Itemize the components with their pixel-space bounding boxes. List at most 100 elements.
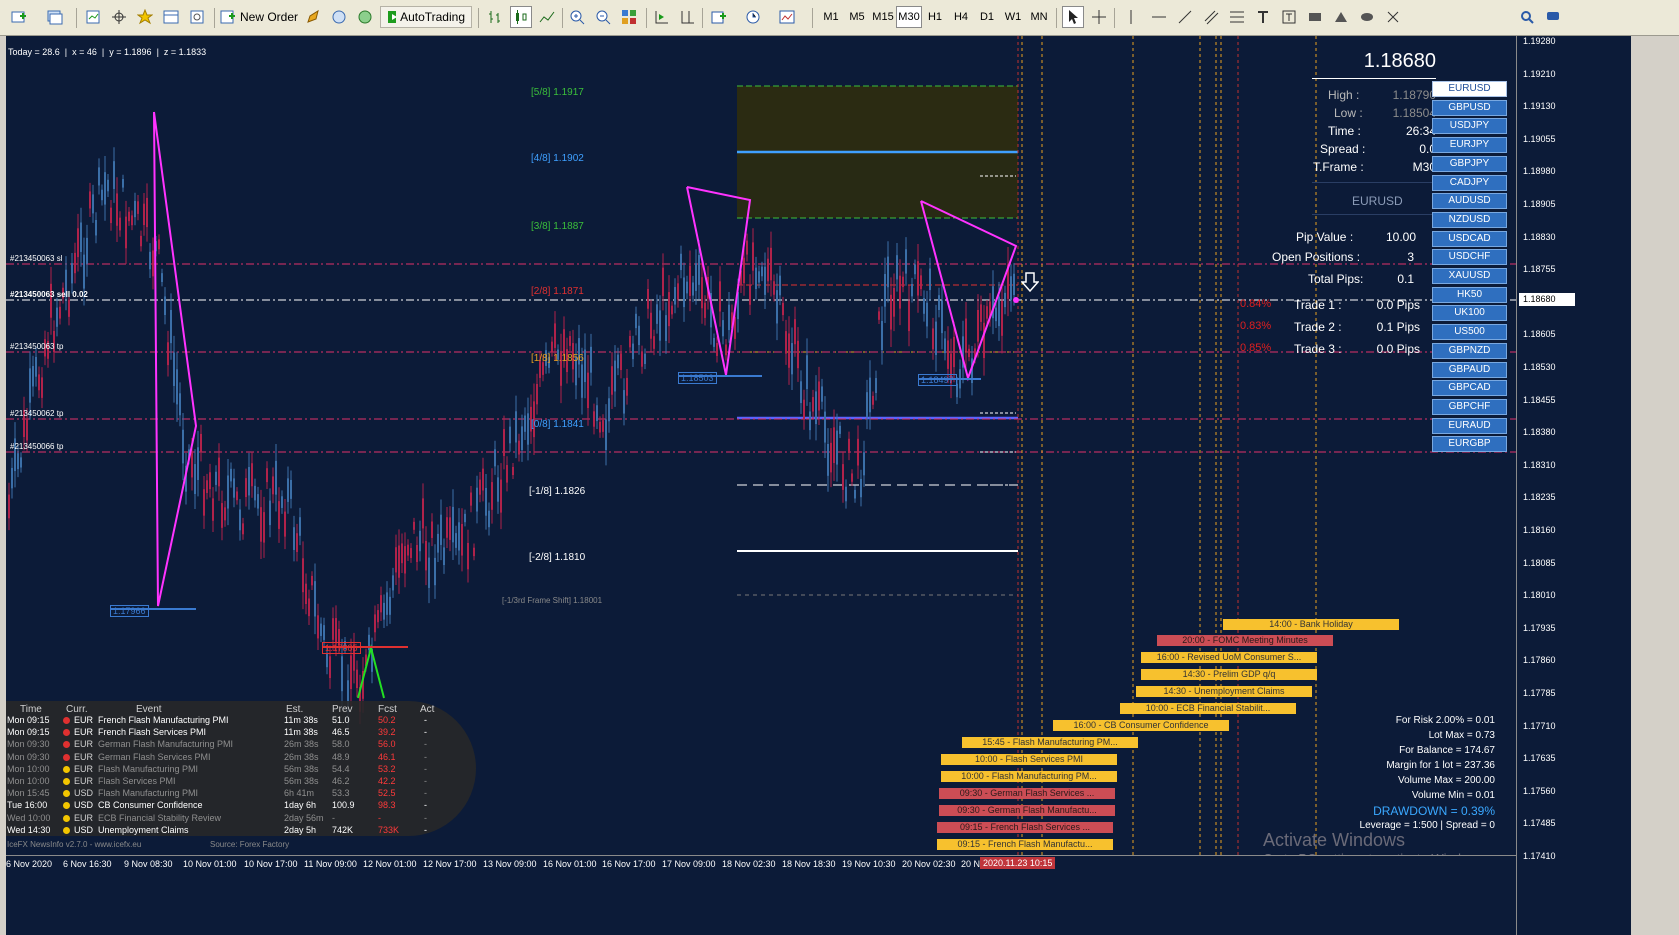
tf-m5-button[interactable]: M5 (844, 6, 870, 28)
rectangle-tool-icon[interactable] (1304, 6, 1326, 28)
event-bar[interactable]: 10:00 - ECB Financial Stabilit... (1120, 703, 1296, 714)
new-chart-icon[interactable] (8, 6, 30, 28)
market-icon[interactable] (354, 6, 376, 28)
murrey-m1-8-label: [-1/8] 1.1826 (529, 486, 586, 497)
candle-body (140, 235, 142, 247)
symbol-button-eurgbp[interactable]: EURGBP (1432, 436, 1507, 453)
bar-chart-icon[interactable] (484, 6, 506, 28)
crosshair-icon[interactable] (108, 6, 130, 28)
symbol-button-usdcad[interactable]: USDCAD (1432, 230, 1507, 247)
tf-m1-button[interactable]: M1 (818, 6, 844, 28)
symbol-button-us500[interactable]: US500 (1432, 324, 1507, 341)
candle-body (638, 325, 640, 346)
symbol-button-gbpnzd[interactable]: GBPNZD (1432, 342, 1507, 359)
autoscroll-icon[interactable] (650, 6, 672, 28)
cursor-icon[interactable] (1062, 6, 1084, 28)
arrows-tool-icon[interactable] (1382, 6, 1404, 28)
tf-w1-button[interactable]: W1 (1000, 6, 1026, 28)
trendline-icon[interactable] (1174, 6, 1196, 28)
event-bar[interactable]: 20:00 - FOMC Meeting Minutes (1157, 635, 1333, 646)
price-tick: 1.17860 (1523, 655, 1556, 666)
terminal-icon[interactable] (160, 6, 182, 28)
symbol-button-eurusd[interactable]: EURUSD (1432, 81, 1507, 97)
chat-icon[interactable] (1542, 6, 1564, 28)
event-bar[interactable]: 09:30 - German Flash Manufactu... (939, 805, 1115, 816)
candle-body (26, 418, 28, 441)
symbol-button-gbpaud[interactable]: GBPAUD (1432, 361, 1507, 378)
zoom-in-icon[interactable] (566, 6, 588, 28)
new-order-button[interactable]: New Order (220, 6, 298, 28)
indicators-icon[interactable] (708, 6, 730, 28)
candlestick-icon[interactable] (510, 6, 532, 28)
candle-body (929, 268, 931, 291)
symbol-button-audusd[interactable]: AUDUSD (1432, 193, 1507, 210)
event-bar[interactable]: 09:15 - French Flash Services ... (937, 822, 1113, 833)
favorites-icon[interactable] (134, 6, 156, 28)
symbol-button-gbpjpy[interactable]: GBPJPY (1432, 155, 1507, 172)
tester-icon[interactable] (186, 6, 208, 28)
event-bar[interactable]: 16:00 - CB Consumer Confidence (1053, 720, 1229, 731)
candle-body (377, 610, 379, 623)
horizontal-line-icon[interactable] (1148, 6, 1170, 28)
metaeditor-icon[interactable] (302, 6, 324, 28)
symbol-button-hk50[interactable]: HK50 (1432, 286, 1507, 303)
ellipse-tool-icon[interactable] (1356, 6, 1378, 28)
event-bar[interactable]: 14:30 - Unemployment Claims (1136, 686, 1312, 697)
autotrading-button[interactable]: AutoTrading (380, 6, 472, 28)
high-label: High : (1328, 88, 1360, 102)
event-bar[interactable]: 14:00 - Bank Holiday (1223, 619, 1399, 630)
fibonacci-icon[interactable] (1226, 6, 1248, 28)
zoom-out-icon[interactable] (592, 6, 614, 28)
symbol-button-gbpusd[interactable]: GBPUSD (1432, 99, 1507, 116)
candle-body (845, 486, 847, 502)
chart-shift-icon[interactable] (676, 6, 698, 28)
market-watch-icon[interactable] (82, 6, 104, 28)
tf-m15-button[interactable]: M15 (870, 6, 896, 28)
candle-body (605, 419, 607, 451)
event-bar[interactable]: 10:00 - Flash Manufacturing PM... (941, 771, 1117, 782)
symbol-button-euraud[interactable]: EURAUD (1432, 417, 1507, 434)
line-chart-icon[interactable] (536, 6, 558, 28)
tf-m30-button[interactable]: M30 (896, 6, 922, 28)
search-icon[interactable] (1516, 6, 1538, 28)
event-bar[interactable]: 10:00 - Flash Services PMI (941, 754, 1117, 765)
tf-h1-button[interactable]: H1 (922, 6, 948, 28)
news-footer-left: IceFX NewsInfo v2.7.0 - www.icefx.eu (7, 840, 142, 849)
candle-body (467, 542, 469, 570)
event-bar[interactable]: 16:00 - Revised UoM Consumer S... (1141, 652, 1317, 663)
signals-icon[interactable] (328, 6, 350, 28)
event-bar[interactable]: 09:15 - French Flash Manufactu... (937, 839, 1113, 850)
symbol-button-gbpcad[interactable]: GBPCAD (1432, 380, 1507, 397)
symbol-button-gbpchf[interactable]: GBPCHF (1432, 398, 1507, 415)
symbol-button-uk100[interactable]: UK100 (1432, 305, 1507, 322)
profiles-icon[interactable] (44, 6, 66, 28)
candle-body (602, 420, 604, 432)
channel-icon[interactable] (1200, 6, 1222, 28)
crosshair-tool-icon[interactable] (1088, 6, 1110, 28)
text-tool-icon[interactable] (1252, 6, 1274, 28)
tf-d1-button[interactable]: D1 (974, 6, 1000, 28)
triangle-tool-icon[interactable] (1330, 6, 1352, 28)
vertical-line-icon[interactable] (1120, 6, 1142, 28)
event-bar[interactable]: 09:30 - German Flash Services ... (939, 788, 1115, 799)
periods-icon[interactable] (742, 6, 764, 28)
symbol-button-nzdusd[interactable]: NZDUSD (1432, 211, 1507, 228)
news-cell-prev: 46.2 (332, 776, 350, 786)
event-bar[interactable]: 14:30 - Prelim GDP q/q (1141, 669, 1317, 680)
total-pips-value: 0.1 (1397, 272, 1414, 286)
symbol-button-eurjpy[interactable]: EURJPY (1432, 137, 1507, 154)
tile-windows-icon[interactable] (618, 6, 640, 28)
symbol-button-usdchf[interactable]: USDCHF (1432, 249, 1507, 266)
price-axis[interactable]: 1.19280 1.19210 1.19130 1.19055 1.18980 1.189… (1516, 36, 1580, 935)
symbol-button-xauusd[interactable]: XAUUSD (1432, 268, 1507, 284)
time-axis[interactable]: 6 Nov 2020 6 Nov 16:30 9 Nov 08:30 10 Nov 0… (6, 855, 1516, 874)
event-bar[interactable]: 15:45 - Flash Manufacturing PM... (962, 737, 1138, 748)
symbol-button-cadjpy[interactable]: CADJPY (1432, 174, 1507, 191)
text-label-icon[interactable] (1278, 6, 1300, 28)
symbol-button-usdjpy[interactable]: USDJPY (1432, 118, 1507, 135)
templates-icon[interactable] (776, 6, 798, 28)
candle-body (947, 340, 949, 369)
candle-body (200, 433, 202, 453)
tf-mn-button[interactable]: MN (1026, 6, 1052, 28)
tf-h4-button[interactable]: H4 (948, 6, 974, 28)
